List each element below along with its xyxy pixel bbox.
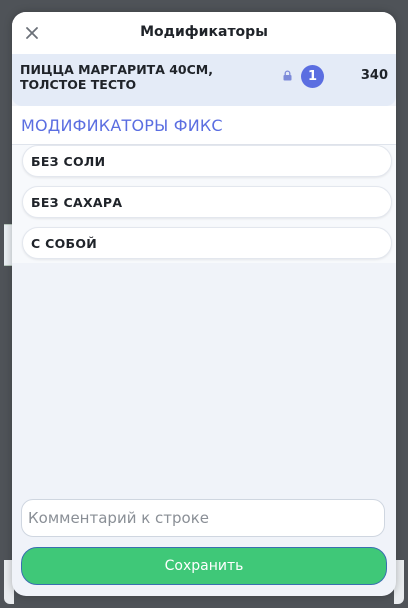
product-price: 340 [360,68,388,83]
close-button[interactable] [20,21,44,45]
lock-icon [283,70,292,81]
quantity-badge: 1 [301,65,324,88]
save-button[interactable]: Сохранить [21,547,387,585]
modifiers-dialog: Модификаторы ПИЦЦА МАРГАРИТА 40СМ, ТОЛСТ… [12,12,396,596]
modifier-item-no-salt[interactable]: БЕЗ СОЛИ [22,145,392,177]
modifier-label: С СОБОЙ [31,236,98,251]
modifier-label: БЕЗ СОЛИ [31,154,106,169]
modifier-item-takeaway[interactable]: С СОБОЙ [22,227,392,259]
modifier-group-title: МОДИФИКАТОРЫ ФИКС [21,116,223,135]
dialog-title: Модификаторы [140,24,268,40]
modifier-group-header: МОДИФИКАТОРЫ ФИКС [12,106,396,146]
close-icon [26,27,38,39]
dialog-header: Модификаторы [12,12,396,55]
product-name: ПИЦЦА МАРГАРИТА 40СМ, ТОЛСТОЕ ТЕСТО [20,62,213,92]
modifier-list: БЕЗ СОЛИ БЕЗ САХАРА С СОБОЙ [12,145,396,263]
comment-input[interactable] [21,499,385,537]
modifier-label: БЕЗ САХАРА [31,195,123,210]
modifier-item-no-sugar[interactable]: БЕЗ САХАРА [22,186,392,218]
product-row: ПИЦЦА МАРГАРИТА 40СМ, ТОЛСТОЕ ТЕСТО 1 34… [12,54,396,106]
